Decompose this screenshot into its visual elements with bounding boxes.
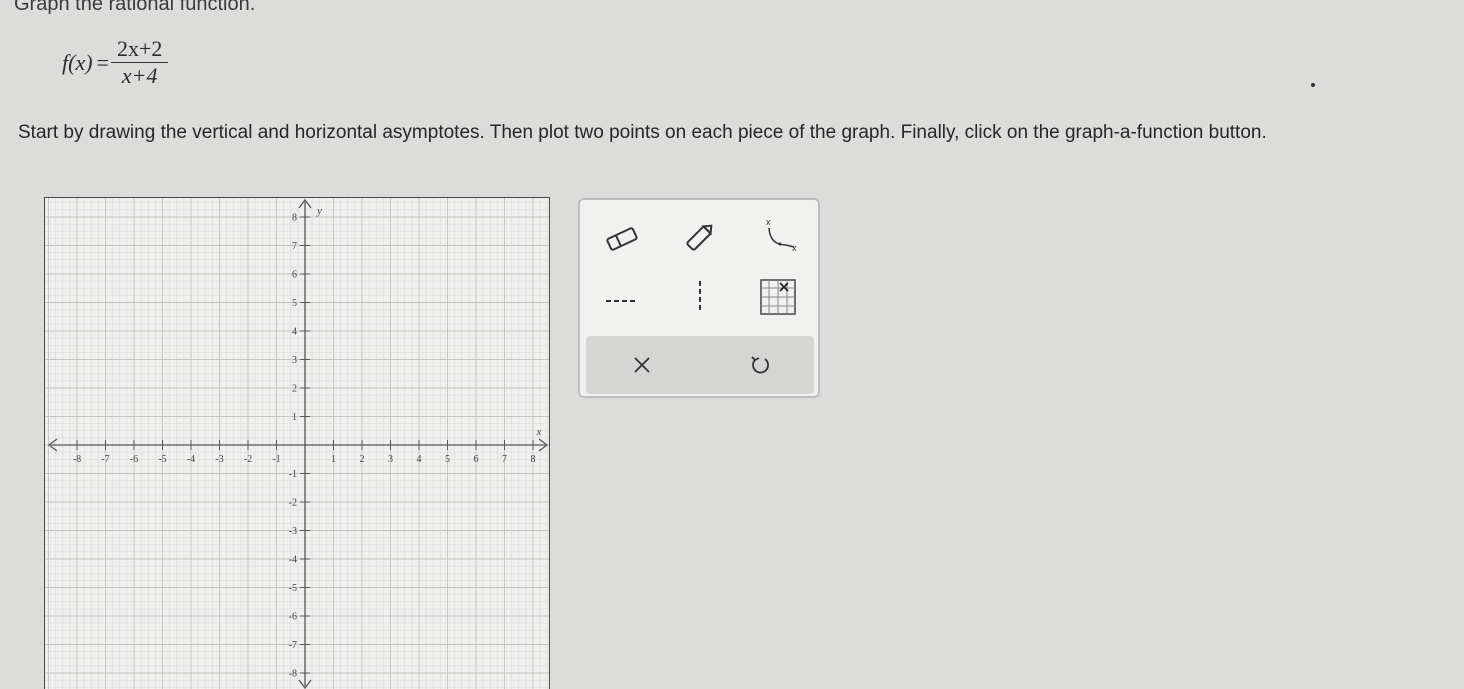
stray-dot: [1311, 83, 1315, 87]
x-tick-label: -8: [73, 454, 81, 465]
x-tick-label: 3: [388, 454, 393, 465]
y-tick-label: -7: [289, 640, 297, 651]
y-tick-label: -5: [289, 583, 297, 594]
x-tick-label: -2: [244, 454, 252, 465]
y-tick-label: 3: [292, 355, 297, 366]
x-tick-label: 6: [474, 454, 479, 465]
y-tick-label: -4: [289, 555, 297, 566]
y-tick-label: 7: [292, 241, 297, 252]
y-tick-label: 6: [292, 270, 297, 281]
y-tick-label: -1: [289, 469, 297, 480]
vertical-asymptote-button[interactable]: [672, 274, 728, 320]
pencil-icon: [686, 224, 713, 251]
x-tick-label: -5: [158, 454, 166, 465]
y-tick-label: 8: [292, 213, 297, 224]
x-tick-label: -6: [130, 454, 138, 465]
x-tick-label: 1: [331, 454, 336, 465]
y-tick-label: 5: [292, 298, 297, 309]
graph-toolbar: x x: [578, 198, 820, 398]
toolbar-actions: [586, 336, 814, 394]
function-numerator: 2x+2: [110, 36, 169, 63]
graph-function-button[interactable]: x x: [750, 212, 806, 258]
y-tick-label: 4: [292, 327, 297, 338]
y-tick-label: -2: [289, 498, 297, 509]
y-tick-label: -6: [289, 612, 297, 623]
undo-button[interactable]: [732, 342, 788, 388]
y-tick-label: 2: [292, 384, 297, 395]
x-tick-label: 5: [445, 454, 450, 465]
function-denominator: x+4: [121, 63, 158, 88]
eraser-icon: [606, 227, 638, 251]
x-tick-label: 2: [360, 454, 365, 465]
clear-icon: [634, 357, 650, 373]
function-equals: =: [96, 49, 109, 75]
point-grid-button[interactable]: [750, 274, 806, 320]
horizontal-asymptote-button[interactable]: [594, 278, 650, 324]
x-tick-label: 4: [417, 454, 422, 465]
x-axis-label: x: [536, 426, 542, 438]
x-tick-label: 7: [502, 454, 507, 465]
x-tick-label: -4: [187, 454, 195, 465]
page-title: Graph the rational function.: [14, 0, 256, 15]
coordinate-plane[interactable]: -8 -7 -6 -5 -4 -3 -2 -1 1 2 3 4 5 6 7 8 1 2 3 4 5 6 7 8 -1 -2 -3 -4…: [45, 198, 550, 689]
undo-icon: [751, 356, 769, 374]
graph-canvas[interactable]: -8 -7 -6 -5 -4 -3 -2 -1 1 2 3 4 5 6 7 8 1 2 3 4 5 6 7 8 -1 -2 -3 -4…: [44, 197, 550, 689]
x-tick-label: 8: [531, 454, 536, 465]
x-tick-label: -7: [101, 454, 109, 465]
function-lhs: f(x): [62, 49, 93, 75]
pencil-tool-button[interactable]: [672, 214, 728, 260]
graph-function-icon: x x: [766, 217, 797, 253]
svg-text:x: x: [792, 243, 797, 253]
point-grid-icon: [760, 279, 796, 315]
horizontal-asymptote-icon: [606, 300, 638, 302]
function-fraction: 2x+2 x+4: [110, 36, 169, 89]
x-tick-label: -1: [272, 454, 280, 465]
function-expression: f(x) = 2x+2 x+4: [62, 36, 169, 89]
vertical-asymptote-icon: [699, 281, 701, 313]
y-axis-label: y: [316, 205, 322, 217]
clear-button[interactable]: [614, 342, 670, 388]
y-tick-label: -8: [289, 669, 297, 680]
svg-text:x: x: [766, 217, 771, 227]
eraser-tool-button[interactable]: [594, 216, 650, 262]
y-tick-label: 1: [292, 412, 297, 423]
instructions-text: Start by drawing the vertical and horizo…: [18, 122, 1267, 143]
x-tick-label: -3: [215, 454, 223, 465]
y-tick-label: -3: [289, 526, 297, 537]
